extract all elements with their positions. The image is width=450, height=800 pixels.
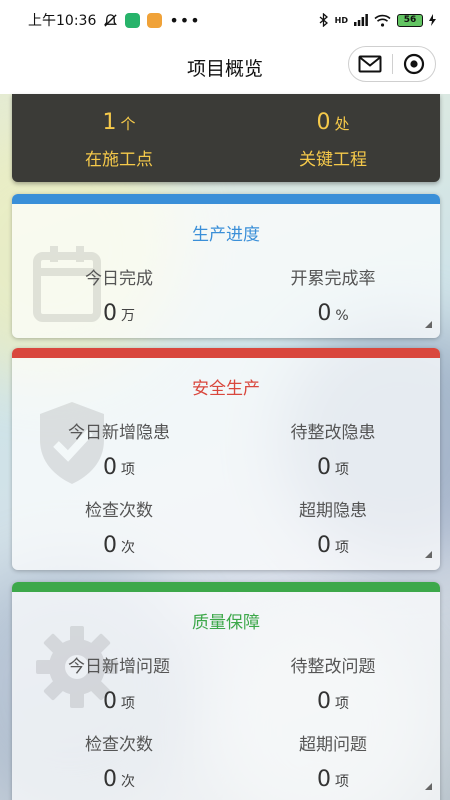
stat-pending-issues: 待整改问题 0项	[226, 652, 440, 714]
stat-value: 0	[317, 455, 331, 480]
mini-program-capsule	[348, 46, 436, 82]
summary-value: 1	[102, 110, 117, 135]
card-title: 安全生产	[192, 379, 260, 399]
corner-triangle-icon	[425, 551, 432, 558]
battery-icon: 56	[397, 13, 423, 27]
stat-value: 0	[103, 455, 117, 480]
card-title: 质量保障	[192, 613, 260, 633]
summary-construction-sites[interactable]: 1个 在施工点	[12, 110, 226, 170]
stat-cumulative-rate: 开累完成率 0%	[226, 264, 440, 326]
stat-value: 0	[103, 533, 117, 558]
stat-label: 检查次数	[85, 735, 153, 755]
stat-unit: 项	[335, 774, 349, 790]
page-title: 项目概览	[186, 57, 263, 80]
card-title: 生产进度	[192, 225, 260, 245]
stat-unit: 项	[121, 462, 135, 478]
corner-triangle-icon	[425, 783, 432, 790]
wifi-icon	[374, 14, 391, 27]
safety-production-card[interactable]: 安全生产 今日新增隐患 0项 待整改隐患 0项 检查次数 0次 超期隐患 0项	[12, 348, 440, 570]
stat-unit: 项	[335, 540, 349, 556]
target-icon	[403, 53, 424, 75]
mute-icon	[104, 13, 118, 27]
stat-label: 超期问题	[299, 735, 367, 755]
stat-value: 0	[317, 689, 331, 714]
more-dots-icon: •••	[169, 10, 201, 30]
bluetooth-icon	[319, 13, 328, 27]
stat-label: 检查次数	[85, 501, 153, 521]
stat-label: 超期隐患	[299, 501, 367, 521]
stat-label: 今日完成	[85, 269, 153, 289]
stat-new-issues: 今日新增问题 0项	[12, 652, 226, 714]
summary-key-projects[interactable]: 0处 关键工程	[226, 110, 440, 170]
corner-triangle-icon	[425, 321, 432, 328]
summary-unit: 处	[334, 115, 350, 133]
summary-label: 关键工程	[299, 150, 367, 170]
mail-button[interactable]	[349, 47, 392, 81]
stat-inspection-count: 检查次数 0次	[12, 496, 226, 558]
status-time: 上午10:36	[28, 13, 97, 29]
summary-panel: 1个 在施工点 0处 关键工程	[12, 94, 440, 182]
close-target-button[interactable]	[393, 47, 436, 81]
mail-icon	[358, 55, 382, 73]
card-accent-bar	[12, 582, 440, 592]
quality-assurance-card[interactable]: 质量保障 今日新增问题 0项 待整改问题 0项 检查次数 0次 超期问题 0项	[12, 582, 440, 800]
summary-value: 0	[316, 110, 331, 135]
app-shield-icon	[125, 12, 141, 28]
stat-label: 开累完成率	[290, 269, 376, 289]
summary-label: 在施工点	[85, 150, 153, 170]
card-accent-bar	[12, 194, 440, 204]
status-bar: 上午10:36 ••• HD 56	[0, 0, 450, 40]
stat-label: 今日新增问题	[68, 657, 170, 677]
charging-icon	[429, 14, 436, 26]
summary-unit: 个	[120, 115, 136, 133]
production-progress-card[interactable]: 生产进度 今日完成 0万 开累完成率 0%	[12, 194, 440, 338]
stat-unit: %	[335, 308, 349, 324]
stat-overdue-hazards: 超期隐患 0项	[226, 496, 440, 558]
stat-label: 今日新增隐患	[68, 423, 170, 443]
stat-today-completed: 今日完成 0万	[12, 264, 226, 326]
stat-value: 0	[103, 767, 117, 792]
stat-value: 0	[103, 301, 117, 326]
stat-unit: 项	[121, 696, 135, 712]
stat-value: 0	[103, 689, 117, 714]
stat-unit: 次	[121, 540, 135, 556]
network-type: HD	[334, 15, 348, 25]
stat-unit: 次	[121, 774, 135, 790]
stat-label: 待整改隐患	[290, 423, 376, 443]
stat-new-hazards: 今日新增隐患 0项	[12, 418, 226, 480]
signal-icon	[354, 14, 368, 26]
stat-unit: 万	[121, 308, 135, 324]
stat-unit: 项	[335, 462, 349, 478]
stat-overdue-issues: 超期问题 0项	[226, 730, 440, 792]
stat-value: 0	[317, 533, 331, 558]
stat-label: 待整改问题	[290, 657, 376, 677]
stat-pending-hazards: 待整改隐患 0项	[226, 418, 440, 480]
stat-value: 0	[317, 767, 331, 792]
stat-inspection-count: 检查次数 0次	[12, 730, 226, 792]
app-note-icon	[147, 12, 163, 28]
nav-header: 项目概览	[0, 40, 450, 94]
stat-unit: 项	[335, 696, 349, 712]
card-accent-bar	[12, 348, 440, 358]
stat-value: 0	[317, 301, 332, 326]
